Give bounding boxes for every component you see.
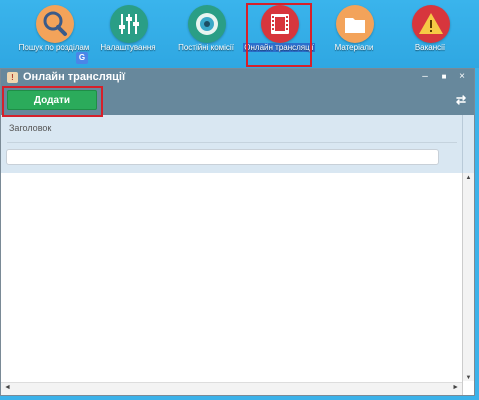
desktop-icon-materials[interactable]: Матеріали xyxy=(322,3,386,63)
scroll-right-icon[interactable]: ► xyxy=(452,384,459,391)
highlight-box-add xyxy=(2,86,103,117)
close-button[interactable]: × xyxy=(456,71,468,83)
table-body: ◄ ► xyxy=(1,173,463,395)
minimize-button[interactable]: – xyxy=(419,71,431,83)
desktop-icon-label: Пошук по розділам xyxy=(18,43,90,52)
column-header-title: Заголовок xyxy=(1,115,463,173)
maximize-button[interactable]: ■ xyxy=(438,71,450,83)
translate-icon[interactable]: G xyxy=(76,52,88,64)
folder-icon xyxy=(336,5,374,43)
window-titlebar[interactable]: ! Онлайн трансляції – ■ × xyxy=(1,69,474,87)
sliders-icon xyxy=(110,5,148,43)
desktop-icon-settings[interactable]: Налаштування xyxy=(96,3,160,63)
scroll-down-icon[interactable]: ▼ xyxy=(463,375,474,381)
column-header-label: Заголовок xyxy=(9,123,52,133)
eye-icon xyxy=(188,5,226,43)
filter-row: Заголовок xyxy=(1,115,474,173)
window-app-icon: ! xyxy=(7,72,18,83)
highlight-box-broadcasts xyxy=(246,3,312,67)
scroll-up-icon[interactable]: ▲ xyxy=(463,175,474,181)
desktop-icon-commissions[interactable]: Постійні комісії xyxy=(174,3,238,63)
title-filter-input[interactable] xyxy=(6,149,439,165)
search-icon xyxy=(36,5,74,43)
desktop-icon-label: Постійні комісії xyxy=(178,43,234,52)
desktop-icon-vacancies[interactable]: Вакансії xyxy=(398,3,462,63)
broadcasts-window: ! Онлайн трансляції – ■ × Додати ⇄ Загол… xyxy=(0,68,475,396)
desktop: Пошук по розділам G Налаштування Постійн… xyxy=(0,0,479,68)
window-title: Онлайн трансляції xyxy=(23,71,126,83)
desktop-icon-label: Матеріали xyxy=(334,43,374,52)
divider xyxy=(7,142,457,143)
scroll-left-icon[interactable]: ◄ xyxy=(4,384,11,391)
desktop-icon-label: Налаштування xyxy=(100,43,156,52)
horizontal-scrollbar[interactable]: ◄ ► xyxy=(1,382,462,395)
warning-icon xyxy=(412,5,450,43)
refresh-icon[interactable]: ⇄ xyxy=(456,93,466,107)
desktop-icon-label: Вакансії xyxy=(414,43,446,52)
vertical-scrollbar[interactable]: ▲ ▼ xyxy=(463,173,474,381)
